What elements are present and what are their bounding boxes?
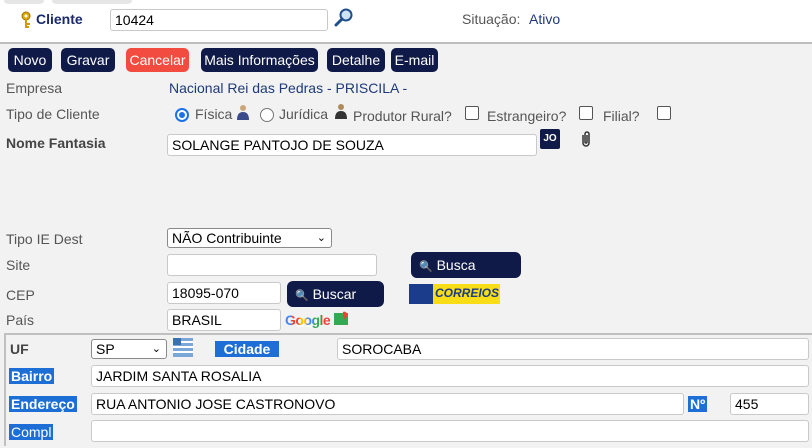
jo-icon[interactable]: JO xyxy=(540,129,560,149)
cep-input[interactable] xyxy=(167,282,281,304)
buscar-cep-button[interactable]: 🔍 Buscar CEP xyxy=(287,281,384,330)
situacao-value: Ativo xyxy=(529,11,561,27)
bairro-label: Bairro xyxy=(9,368,55,384)
person-icon xyxy=(334,103,348,119)
uf-value: SP xyxy=(96,341,115,357)
mais-informacoes-button[interactable]: Mais Informações xyxy=(201,48,318,72)
novo-button[interactable]: Novo xyxy=(8,48,52,72)
uf-label: UF xyxy=(10,341,29,357)
produtor-rural-label: Produtor Rural? xyxy=(353,108,452,124)
tipo-ie-select[interactable]: NÃO Contribuinte ⌄ xyxy=(167,228,332,248)
google-label: Google xyxy=(285,312,331,328)
search-icon: 🔍 xyxy=(419,261,433,273)
chevron-down-icon: ⌄ xyxy=(151,343,161,355)
endereco-input[interactable] xyxy=(91,393,684,415)
map-pin-icon[interactable] xyxy=(334,311,348,327)
compl-label: Compl xyxy=(9,424,54,440)
cidade-input[interactable] xyxy=(337,338,809,360)
email-button[interactable]: E-mail xyxy=(391,48,438,72)
empresa-label: Empresa xyxy=(6,80,63,96)
fisica-radio[interactable] xyxy=(175,108,189,122)
paperclip-icon[interactable] xyxy=(579,130,593,148)
correios-mark xyxy=(409,284,433,304)
site-label: Site xyxy=(6,257,31,273)
cep-label: CEP xyxy=(6,287,35,303)
header-bar: Cliente Situação: Ativo xyxy=(0,0,812,42)
fisica-label: Física xyxy=(195,106,233,122)
empresa-value: Nacional Rei das Pedras - PRISCILA - xyxy=(169,80,408,96)
estrangeiro-label: Estrangeiro? xyxy=(487,108,567,124)
produtor-rural-checkbox[interactable] xyxy=(465,106,479,120)
nome-fantasia-input[interactable] xyxy=(167,134,537,156)
juridica-label: Jurídica xyxy=(279,106,329,122)
bairro-input[interactable] xyxy=(91,365,809,387)
pais-label: País xyxy=(6,312,35,328)
estrangeiro-checkbox[interactable] xyxy=(579,106,593,120)
cliente-label: Cliente xyxy=(36,11,83,27)
numero-label: Nº xyxy=(688,396,708,412)
tipo-cliente-label: Tipo de Cliente xyxy=(6,106,100,122)
cidade-label: Cidade xyxy=(215,341,279,357)
tipo-ie-label: Tipo IE Dest xyxy=(6,231,83,247)
nome-fantasia-label: Nome Fantasia xyxy=(6,135,106,151)
key-icon xyxy=(20,11,32,29)
situacao-label: Situação: xyxy=(462,11,521,27)
uf-select[interactable]: SP ⌄ xyxy=(91,339,167,359)
person-icon xyxy=(236,104,250,120)
detalhe-button[interactable]: Detalhe xyxy=(327,48,385,72)
correios-label: CORREIOS xyxy=(435,286,500,300)
cliente-input[interactable] xyxy=(110,9,328,31)
chevron-down-icon: ⌄ xyxy=(316,232,326,244)
tab-stub xyxy=(52,0,132,4)
site-input[interactable] xyxy=(167,254,377,276)
magnifier-icon[interactable] xyxy=(334,7,354,27)
state-flag-icon xyxy=(173,338,193,357)
compl-input[interactable] xyxy=(91,420,809,442)
correios-logo[interactable]: CORREIOS xyxy=(409,284,500,304)
numero-input[interactable] xyxy=(730,393,809,415)
filial-checkbox[interactable] xyxy=(657,106,671,120)
filial-label: Filial? xyxy=(603,108,640,124)
cancelar-button[interactable]: Cancelar xyxy=(126,48,189,72)
search-icon: 🔍 xyxy=(295,290,309,302)
tipo-ie-value: NÃO Contribuinte xyxy=(172,230,282,246)
tab-stub xyxy=(4,0,44,4)
juridica-radio[interactable] xyxy=(260,108,274,122)
busca-fapesp-button[interactable]: 🔍 Busca Fapesp xyxy=(411,252,521,301)
pais-input[interactable] xyxy=(167,309,281,331)
endereco-label: Endereço xyxy=(9,396,77,412)
google-logo[interactable]: Google xyxy=(285,312,331,328)
gravar-button[interactable]: Gravar xyxy=(61,48,115,72)
